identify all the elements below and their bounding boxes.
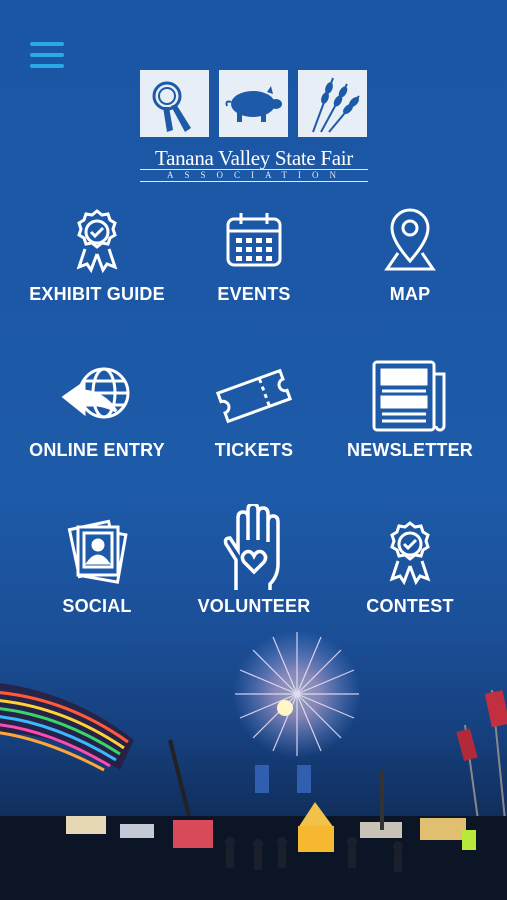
tile-map[interactable]: MAP [335,200,485,320]
app-screen: Tanana Valley State Fair ASSOCIATION EXH… [0,0,507,900]
logo-title: Tanana Valley State Fair [155,146,353,170]
tile-events[interactable]: EVENTS [179,200,329,320]
booths-and-crowd [0,770,507,900]
globe-arrow-icon [22,356,172,436]
tile-label: CONTEST [366,596,454,616]
map-pin-icon [335,200,485,280]
calendar-icon [179,200,329,280]
tile-label: MAP [389,284,431,304]
tile-newsletter[interactable]: NEWSLETTER [335,356,485,476]
ticket-icon [179,356,329,436]
tile-label: TICKETS [214,440,294,460]
tile-label: ONLINE ENTRY [29,440,165,460]
tile-social[interactable]: SOCIAL [22,512,172,632]
wheat-logo-icon [298,70,367,137]
banners [255,765,311,793]
tile-contest[interactable]: CONTEST [335,512,485,632]
firework-burst [233,630,361,758]
flags [456,689,507,821]
tile-tickets[interactable]: TICKETS [179,356,329,476]
award-ribbon-icon [22,200,172,280]
tile-exhibit-guide[interactable]: EXHIBIT GUIDE [22,200,172,320]
tile-label: EXHIBIT GUIDE [29,284,165,304]
fair-logo: Tanana Valley State Fair ASSOCIATION [140,70,368,188]
carnival-ride [0,683,192,821]
tile-label: VOLUNTEER [197,596,311,616]
tile-online-entry[interactable]: ONLINE ENTRY [22,356,172,476]
hamburger-menu-icon[interactable] [30,42,64,72]
award-badge-icon [335,512,485,592]
tile-label: NEWSLETTER [347,440,473,460]
tile-volunteer[interactable]: VOLUNTEER [179,504,329,632]
tile-label: EVENTS [217,284,291,304]
ribbon-logo-icon [140,70,209,137]
newspaper-icon [335,356,485,436]
pig-logo-icon [219,70,288,137]
logo-subtitle: ASSOCIATION [140,169,368,182]
tile-label: SOCIAL [62,596,132,616]
fairground-night-scene [0,630,507,900]
photo-cards-icon [22,512,172,592]
hand-heart-icon [179,504,329,592]
